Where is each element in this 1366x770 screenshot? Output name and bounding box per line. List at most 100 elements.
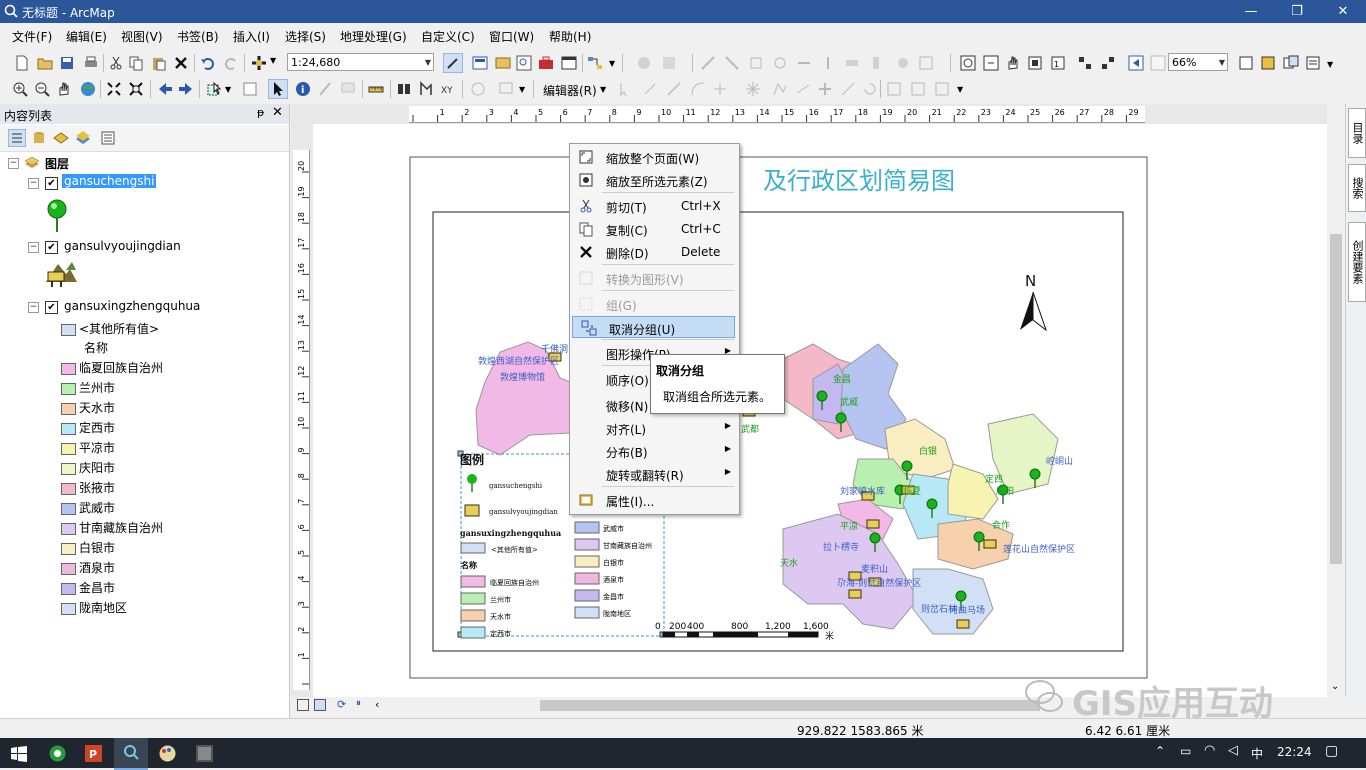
- layout-pan-icon[interactable]: [1005, 55, 1021, 71]
- tool-k-icon[interactable]: [918, 55, 934, 71]
- expand-layer-2-toggle[interactable]: −: [28, 302, 39, 313]
- toolbox-icon[interactable]: [538, 55, 554, 71]
- find-route-icon[interactable]: [418, 81, 434, 97]
- menu-edit[interactable]: 编辑(E): [66, 28, 107, 45]
- scroll-down-arrow-icon[interactable]: ⌄: [1331, 681, 1339, 692]
- menu-customize[interactable]: 自定义(C): [421, 28, 475, 45]
- rotate-icon[interactable]: [862, 81, 878, 97]
- tool-g-icon[interactable]: [820, 55, 836, 71]
- list-by-source-icon[interactable]: [31, 130, 47, 146]
- category-swatch[interactable]: [61, 363, 76, 375]
- arc-segment-icon[interactable]: [690, 81, 706, 97]
- tool-b-icon[interactable]: [700, 55, 716, 71]
- zoom-out-icon[interactable]: [34, 81, 50, 97]
- category-swatch[interactable]: [61, 563, 76, 575]
- category-swatch[interactable]: [61, 503, 76, 515]
- city-pin-icon[interactable]: [816, 390, 828, 402]
- search-window-icon[interactable]: [516, 55, 532, 71]
- menu-selection[interactable]: 选择(S): [285, 28, 326, 45]
- scroll-left-arrow-icon[interactable]: ‹: [375, 698, 379, 711]
- trace-icon[interactable]: [712, 81, 728, 97]
- tool-i-icon[interactable]: [868, 55, 884, 71]
- layers-root-label[interactable]: 图层: [45, 155, 69, 172]
- layer-1-name[interactable]: gansulvyoujingdian: [64, 239, 181, 253]
- zoom-whole-page-icon[interactable]: [1027, 55, 1043, 71]
- scenic-marker-icon[interactable]: [866, 519, 880, 529]
- zoom-out-fixed-icon[interactable]: [983, 55, 999, 71]
- layer-1-checkbox[interactable]: ✔: [45, 241, 58, 254]
- volume-icon[interactable]: ◁: [1228, 743, 1238, 758]
- editor-menu[interactable]: 编辑器(R): [543, 82, 597, 99]
- expand-layers-toggle[interactable]: −: [8, 158, 19, 169]
- context-menu-item[interactable]: 组(G): [570, 293, 737, 315]
- category-swatch[interactable]: [61, 443, 76, 455]
- data-driven-pages-icon[interactable]: [1305, 55, 1321, 71]
- scenic-marker-icon[interactable]: [848, 589, 862, 599]
- toc-options-icon[interactable]: [100, 130, 116, 146]
- context-menu-item[interactable]: 分布(B) ▶: [570, 440, 737, 462]
- editor-toolbar-icon[interactable]: [443, 53, 463, 73]
- print-icon[interactable]: [83, 55, 99, 71]
- layout-view-button[interactable]: [314, 699, 326, 711]
- zoom-100-icon[interactable]: 1: [1050, 55, 1066, 71]
- city-pin-icon[interactable]: [869, 532, 881, 544]
- fixed-zoom-out-map-icon[interactable]: [128, 81, 144, 97]
- tool-c-icon[interactable]: [724, 55, 740, 71]
- previous-extent-icon[interactable]: [1128, 55, 1144, 71]
- next-extent-icon[interactable]: [1150, 55, 1166, 71]
- powerpoint-icon[interactable]: P: [84, 744, 103, 763]
- scenic-marker-icon[interactable]: [983, 539, 997, 549]
- tool-h-icon[interactable]: [844, 55, 860, 71]
- delete-icon[interactable]: [173, 55, 189, 71]
- menu-geoprocessing[interactable]: 地理处理(G): [340, 28, 407, 45]
- expand-layer-0-toggle[interactable]: −: [28, 178, 39, 189]
- search-tab[interactable]: 搜索: [1348, 164, 1366, 212]
- menu-window[interactable]: 窗口(W): [489, 28, 534, 45]
- find-icon[interactable]: [396, 81, 412, 97]
- list-by-visibility-icon[interactable]: [53, 130, 69, 146]
- category-swatch[interactable]: [61, 483, 76, 495]
- ime-indicator[interactable]: 中: [1251, 745, 1263, 762]
- city-pin-icon[interactable]: [901, 460, 913, 472]
- context-menu-item[interactable]: 剪切(T) Ctrl+X: [570, 195, 737, 217]
- menu-insert[interactable]: 插入(I): [233, 28, 270, 45]
- save-icon[interactable]: [59, 55, 75, 71]
- layer-0-name[interactable]: gansuchengshi: [62, 174, 157, 188]
- vertical-scrollbar[interactable]: ⌄: [1327, 104, 1345, 697]
- category-swatch[interactable]: [61, 583, 76, 595]
- new-icon[interactable]: [14, 55, 30, 71]
- full-extent-icon[interactable]: [80, 81, 96, 97]
- app-icon[interactable]: [195, 744, 214, 763]
- city-pin-icon[interactable]: [955, 590, 967, 602]
- toggle-draft-icon[interactable]: [1238, 55, 1254, 71]
- city-pin-icon[interactable]: [926, 498, 938, 510]
- model-builder-icon[interactable]: [587, 55, 603, 71]
- scenic-marker-icon[interactable]: [956, 619, 970, 629]
- point-icon[interactable]: [745, 81, 761, 97]
- context-menu-item[interactable]: 缩放至所选元素(Z): [570, 169, 737, 191]
- tool-d-icon[interactable]: [748, 55, 764, 71]
- category-swatch[interactable]: [61, 383, 76, 395]
- open-icon[interactable]: [37, 55, 53, 71]
- context-menu-item[interactable]: 取消分组(U): [572, 316, 735, 338]
- refresh-icon[interactable]: ⟳: [337, 698, 346, 711]
- time-slider-icon[interactable]: [470, 81, 486, 97]
- expand-layer-1-toggle[interactable]: −: [28, 242, 39, 253]
- paste-icon[interactable]: [151, 55, 167, 71]
- menu-view[interactable]: 视图(V): [121, 28, 163, 45]
- tool-a-icon[interactable]: [661, 55, 677, 71]
- arcmap-taskbar-button[interactable]: [114, 738, 148, 770]
- layout-page[interactable]: 及行政区划简易图 N 图例 gansuchengshi gansulvyouji…: [313, 124, 1327, 697]
- select-elements-icon[interactable]: [268, 79, 288, 99]
- context-menu-item[interactable]: 对齐(L) ▶: [570, 417, 737, 439]
- list-by-drawing-order-icon[interactable]: [8, 129, 26, 147]
- context-menu-item[interactable]: 属性(I)...: [570, 489, 737, 511]
- layout-icon[interactable]: [472, 55, 488, 71]
- reshape-icon[interactable]: [795, 81, 811, 97]
- html-popup-icon[interactable]: [340, 81, 356, 97]
- layer-0-checkbox[interactable]: ✔: [45, 177, 58, 190]
- vertical-scroll-thumb[interactable]: [1330, 234, 1342, 564]
- notification-icon[interactable]: ▢: [1325, 743, 1338, 759]
- context-menu-item[interactable]: 旋转或翻转(R) ▶: [570, 463, 737, 485]
- context-menu-item[interactable]: 删除(D) Delete: [570, 241, 737, 263]
